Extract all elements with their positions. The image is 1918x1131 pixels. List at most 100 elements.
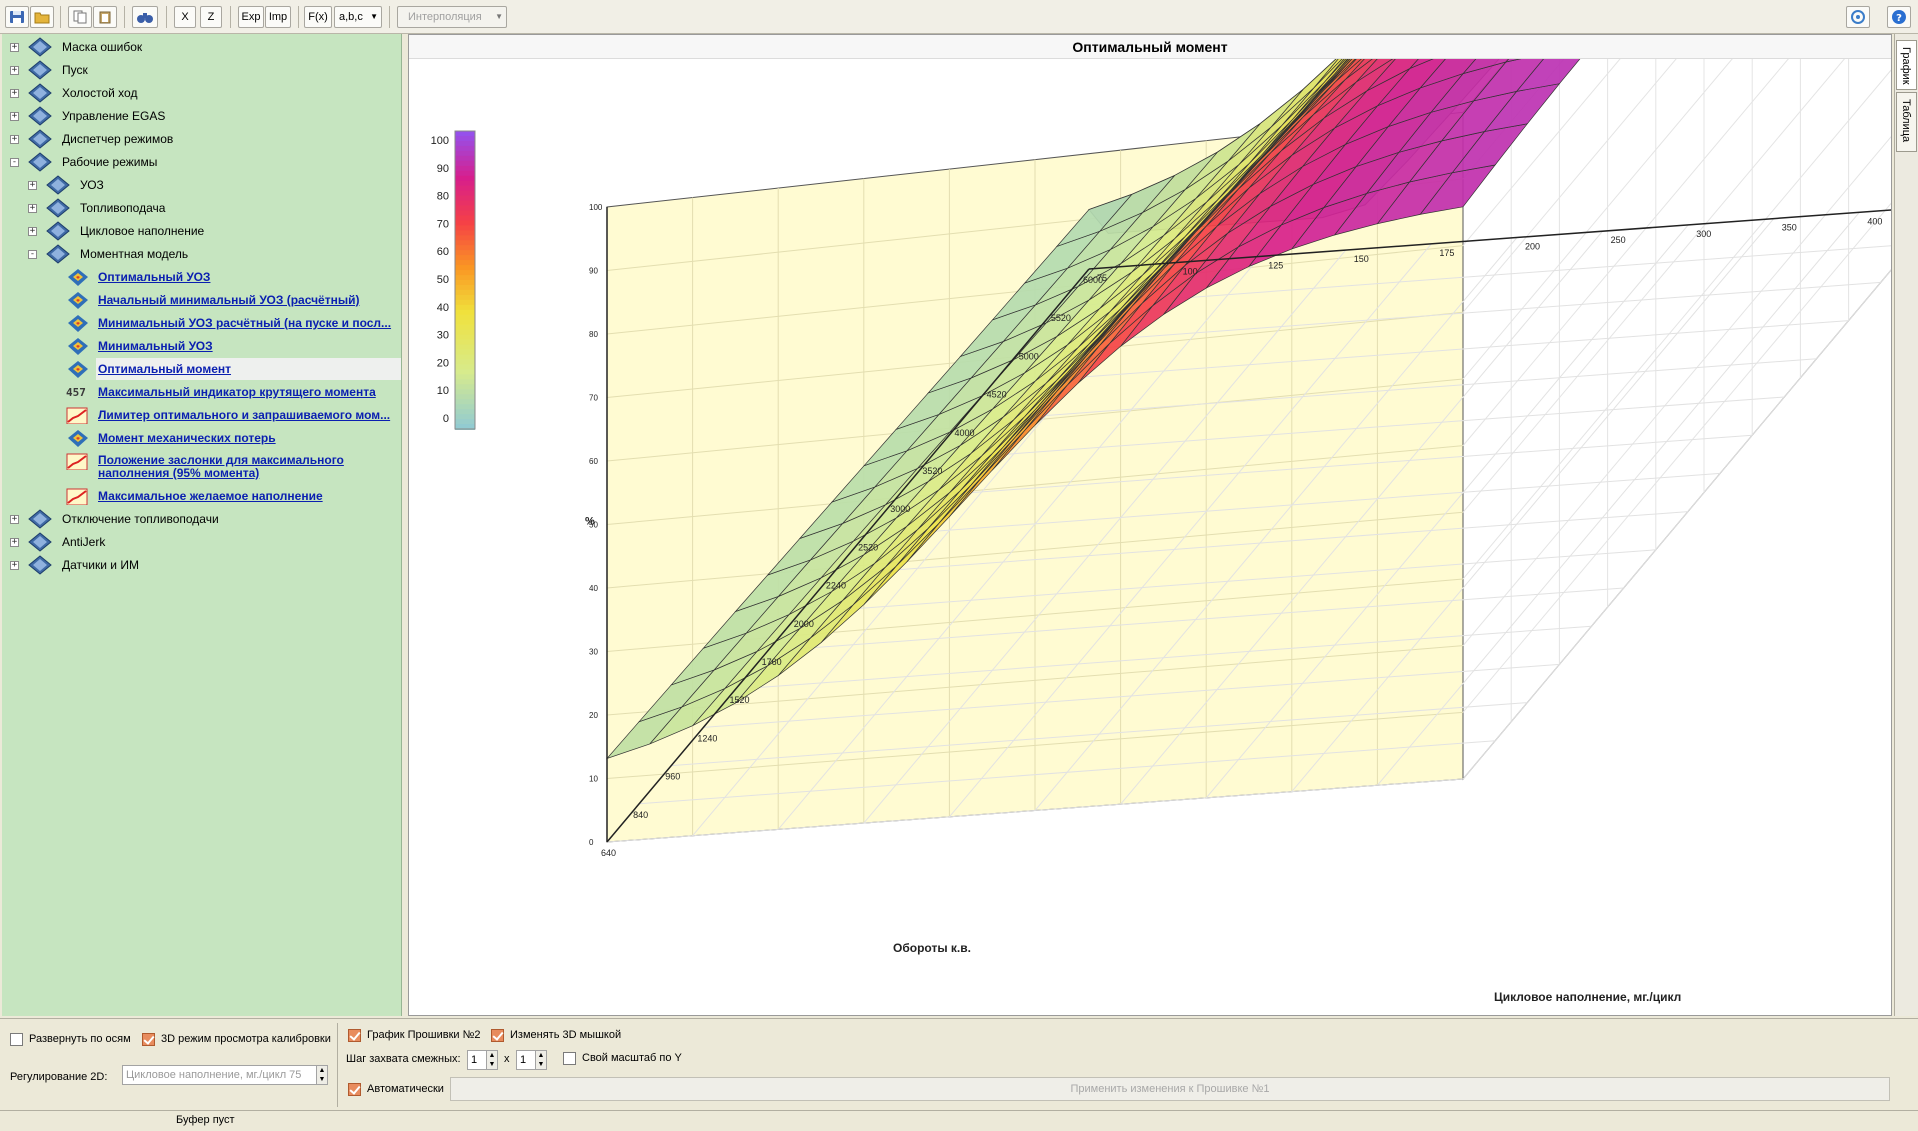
tree-leaf-link[interactable]: Минимальный УОЗ — [98, 335, 213, 357]
tab-table[interactable]: Таблица — [1896, 92, 1917, 152]
tree-item[interactable]: Положение заслонки для максимального напо… — [2, 450, 400, 480]
tree-leaf-link[interactable]: Максимальное желаемое наполнение — [98, 485, 323, 507]
expand-icon[interactable]: + — [10, 66, 19, 75]
help-icon[interactable]: ? — [1887, 6, 1911, 28]
graph2-checkbox[interactable] — [348, 1029, 361, 1042]
tree-item[interactable]: Лимитер оптимального и запрашиваемого мо… — [2, 404, 400, 426]
expand-axes-checkbox[interactable] — [10, 1033, 23, 1046]
z-tick-label: 70 — [589, 394, 598, 403]
collapse-icon[interactable]: - — [10, 158, 19, 167]
tree-item[interactable]: Оптимальный момент — [2, 358, 401, 380]
tree-item[interactable]: + Холостой ход — [2, 82, 400, 104]
mouse3d-checkbox[interactable] — [491, 1029, 504, 1042]
expand-icon[interactable]: + — [28, 227, 37, 236]
import-button[interactable]: Imp — [265, 6, 291, 28]
step-y-field[interactable]: 1 — [516, 1050, 536, 1070]
expand-icon[interactable]: + — [10, 538, 19, 547]
mode3d-checkbox[interactable] — [142, 1033, 155, 1046]
x-tick-label: 640 — [601, 848, 616, 858]
tree-item[interactable]: Минимальный УОЗ расчётный (на пуске и по… — [2, 312, 400, 334]
abc-dropdown-label: a,b,c — [339, 11, 363, 23]
x-axis-button[interactable]: X — [174, 6, 196, 28]
expand-icon[interactable]: + — [10, 112, 19, 121]
tree-item[interactable]: Максимальное желаемое наполнение — [2, 485, 400, 507]
folder-icon — [28, 37, 52, 57]
collapse-icon[interactable]: - — [28, 250, 37, 259]
function-button[interactable]: F(x) — [304, 6, 332, 28]
tree-leaf-link[interactable]: Положение заслонки для максимального напо… — [98, 454, 344, 480]
tree-item[interactable]: + Маска ошибок — [2, 36, 400, 58]
tree-item[interactable]: + Топливоподача — [2, 197, 400, 219]
interpolation-dropdown[interactable]: Интерполяция ▼ — [397, 6, 507, 28]
chart-panel[interactable]: Оптимальный момент 640 840 960 1240 1520 1760… — [408, 34, 1892, 1016]
tree-item[interactable]: + Цикловое наполнение — [2, 220, 400, 242]
y-tick-label: 200 — [1525, 242, 1540, 252]
copy-icon[interactable] — [68, 6, 92, 28]
tree-item[interactable]: + Диспетчер режимов — [2, 128, 400, 150]
expand-icon[interactable]: + — [10, 43, 19, 52]
tree-item[interactable]: Момент механических потерь — [2, 427, 400, 449]
tree-item[interactable]: + Датчики и ИМ — [2, 554, 400, 576]
folder-icon — [28, 83, 52, 103]
tree-leaf-label: Оптимальный момент — [98, 362, 232, 376]
tree-leaf-link[interactable]: Момент механических потерь — [98, 427, 276, 449]
export-button[interactable]: Exp — [238, 6, 264, 28]
tree-item-label: Управление EGAS — [62, 109, 166, 123]
colorbar-tick-label: 10 — [437, 385, 449, 397]
y-tick-label: 175 — [1439, 248, 1454, 258]
colorbar-tick-label: 60 — [437, 246, 449, 258]
paste-icon[interactable] — [93, 6, 117, 28]
tree-leaf-link[interactable]: Начальный минимальный УОЗ (расчётный) — [98, 289, 359, 311]
z-axis-button[interactable]: Z — [200, 6, 222, 28]
step-y-spinner[interactable]: ▲ ▼ — [535, 1050, 547, 1070]
chart-title: Оптимальный момент — [409, 35, 1891, 59]
tree-item[interactable]: + AntiJerk — [2, 531, 400, 553]
expand-icon[interactable]: + — [10, 561, 19, 570]
abc-dropdown[interactable]: a,b,c ▼ — [334, 6, 382, 28]
tree-item[interactable]: + УОЗ — [2, 174, 400, 196]
tab-chart[interactable]: График — [1896, 40, 1917, 90]
tree-leaf-label-line2: наполнения (95% момента) — [98, 466, 260, 480]
tree-leaf-link[interactable]: Оптимальный момент — [98, 358, 231, 380]
expand-icon[interactable]: + — [28, 204, 37, 213]
step-x-spinner[interactable]: ▲ ▼ — [486, 1050, 498, 1070]
ownscale-checkbox[interactable] — [563, 1052, 576, 1065]
reg2d-label: Регулирование 2D: — [10, 1071, 108, 1083]
tree-item[interactable]: - Моментная модель — [2, 243, 400, 265]
tree-item[interactable]: 457 Максимальный индикатор крутящего моме… — [2, 381, 400, 403]
tree-item[interactable]: + Пуск — [2, 59, 400, 81]
step-x-field[interactable]: 1 — [467, 1050, 487, 1070]
z-tick-label: 0 — [589, 838, 594, 847]
mouse3d-label: Изменять 3D мышкой — [510, 1029, 622, 1041]
folder-icon — [28, 60, 52, 80]
tree-item[interactable]: + Управление EGAS — [2, 105, 400, 127]
calibration-tree[interactable]: + Маска ошибок + Пуск + Холостой ход + Управлен… — [2, 34, 402, 1016]
save-icon[interactable] — [5, 6, 29, 28]
tree-item[interactable]: + Отключение топливоподачи — [2, 508, 400, 530]
tree-item-label: Маска ошибок — [62, 40, 143, 54]
tree-item[interactable]: - Рабочие режимы — [2, 151, 400, 173]
tree-item[interactable]: Оптимальный УОЗ — [2, 266, 400, 288]
expand-icon[interactable]: + — [10, 89, 19, 98]
expand-icon[interactable]: + — [28, 181, 37, 190]
reg2d-field[interactable]: Цикловое наполнение, мг./цикл 75 — [122, 1065, 318, 1085]
tree-item[interactable]: Минимальный УОЗ — [2, 335, 400, 357]
x-axis-title: Обороты к.в. — [893, 941, 971, 955]
tree-leaf-link[interactable]: Максимальный индикатор крутящего момента — [98, 381, 376, 403]
ownscale-label: Свой масштаб по Y — [582, 1052, 682, 1064]
tree-item-label: Отключение топливоподачи — [62, 512, 219, 526]
tree-leaf-link[interactable]: Оптимальный УОЗ — [98, 266, 210, 288]
tree-leaf-link[interactable]: Лимитер оптимального и запрашиваемого мо… — [98, 404, 390, 426]
expand-icon[interactable]: + — [10, 135, 19, 144]
expand-icon[interactable]: + — [10, 515, 19, 524]
y-tick-label: 300 — [1696, 229, 1711, 239]
surface-plot[interactable]: 6408409601240152017602000224025203000352… — [409, 59, 1891, 1015]
binoculars-icon[interactable] — [132, 6, 158, 28]
open-folder-icon[interactable] — [30, 6, 54, 28]
apply-changes-button[interactable]: Применить изменения к Прошивке №1 — [450, 1077, 1890, 1101]
tree-item[interactable]: Начальный минимальный УОЗ (расчётный) — [2, 289, 400, 311]
refresh-icon[interactable] — [1846, 6, 1870, 28]
auto-checkbox[interactable] — [348, 1083, 361, 1096]
tree-leaf-link[interactable]: Минимальный УОЗ расчётный (на пуске и по… — [98, 312, 391, 334]
reg2d-spinner[interactable]: ▲ ▼ — [316, 1065, 328, 1085]
